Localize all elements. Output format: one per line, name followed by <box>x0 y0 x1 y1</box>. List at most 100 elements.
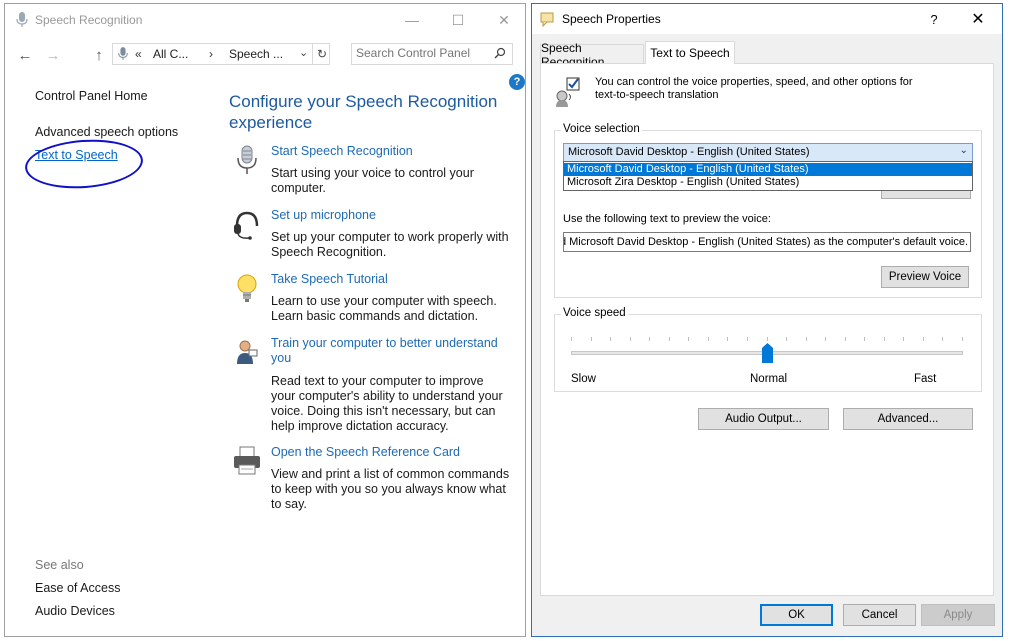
audio-output-button[interactable]: Audio Output... <box>698 408 829 430</box>
breadcrumb-all-control-panel[interactable]: All C... <box>153 47 188 61</box>
preview-label: Use the following text to preview the vo… <box>563 213 771 225</box>
slider-tick <box>903 337 904 341</box>
breadcrumb-speech[interactable]: Speech ... <box>229 47 283 61</box>
voice-option[interactable]: Microsoft David Desktop - English (Unite… <box>564 163 972 176</box>
printer-icon <box>234 446 260 475</box>
breadcrumb-separator-icon[interactable]: › <box>209 47 213 61</box>
navigation-bar: ← → ↑ « All C... › Speech ... ⌄ ↻ <box>5 37 525 73</box>
advanced-button[interactable]: Advanced... <box>843 408 973 430</box>
maximize-button[interactable]: ☐ <box>435 4 481 36</box>
refresh-icon[interactable]: ↻ <box>312 44 331 64</box>
microphone-icon <box>118 47 128 60</box>
voice-option[interactable]: Microsoft Zira Desktop - English (United… <box>564 176 972 189</box>
tab-speech-recognition[interactable]: Speech Recognition <box>540 41 644 69</box>
dialog-title: Speech Properties <box>562 12 661 26</box>
task-description: Read text to your computer to improve yo… <box>271 374 503 433</box>
microphone-icon <box>16 12 28 27</box>
preview-voice-button[interactable]: Preview Voice <box>881 266 969 288</box>
slider-tick <box>727 337 728 341</box>
lightbulb-icon <box>237 274 257 302</box>
speech-properties-dialog: Speech Properties ? ✕ Speech Recognition… <box>531 3 1003 637</box>
address-bar[interactable]: « All C... › Speech ... ⌄ ↻ <box>112 43 330 65</box>
slider-tick <box>571 337 572 341</box>
voice-select[interactable]: Microsoft David Desktop - English (Unite… <box>563 143 973 162</box>
slider-tick <box>825 337 826 341</box>
speaking-checkbox-icon <box>556 77 580 107</box>
preview-text-field[interactable]: ted Microsoft David Desktop - English (U… <box>563 232 971 252</box>
slider-tick <box>884 337 885 341</box>
task-link[interactable]: Start Speech Recognition <box>271 144 511 159</box>
headset-icon <box>234 211 259 240</box>
task-link[interactable]: Take Speech Tutorial <box>271 272 511 287</box>
window-title: Speech Recognition <box>35 13 143 27</box>
slider-tick <box>923 337 924 341</box>
chevron-down-icon[interactable]: ⌄ <box>299 46 308 59</box>
up-arrow-icon[interactable]: ↑ <box>89 45 109 65</box>
voice-select-value: Microsoft David Desktop - English (Unite… <box>568 146 810 158</box>
ok-button[interactable]: OK <box>760 604 833 626</box>
voice-selection-group: Voice selection Microsoft David Desktop … <box>554 123 982 298</box>
search-box[interactable] <box>351 43 513 65</box>
slider-tick <box>688 337 689 341</box>
task-description: Start using your voice to control your c… <box>271 166 474 195</box>
minimize-button[interactable]: — <box>389 4 435 36</box>
task-description: Set up your computer to work properly wi… <box>271 230 509 259</box>
slider-tick <box>864 337 865 341</box>
microphone-icon <box>237 145 257 174</box>
slider-tick <box>767 337 768 341</box>
apply-button[interactable]: Apply <box>921 604 995 626</box>
tab-text-to-speech[interactable]: Text to Speech <box>645 41 735 64</box>
voice-speed-slider-thumb[interactable] <box>761 343 773 363</box>
slider-tick <box>786 337 787 341</box>
advanced-speech-options-link[interactable]: Advanced speech options <box>35 125 178 139</box>
text-to-speech-panel: You can control the voice properties, sp… <box>540 63 994 596</box>
search-icon[interactable] <box>494 47 506 59</box>
speed-normal-label: Normal <box>750 373 788 385</box>
task-description: View and print a list of common commands… <box>271 467 510 511</box>
task-description: Learn to use your computer with speech. … <box>271 294 497 323</box>
preview-text-value: ted Microsoft David Desktop - English (U… <box>563 236 968 248</box>
slider-tick <box>962 337 963 341</box>
slider-tick <box>591 337 592 341</box>
voice-speed-group: Voice speed Slow Normal Fast <box>554 307 982 392</box>
speech-properties-icon <box>540 12 554 27</box>
cancel-button[interactable]: Cancel <box>843 604 916 626</box>
slider-tick <box>747 337 748 341</box>
slider-tick <box>845 337 846 341</box>
help-button[interactable]: ? <box>914 7 954 31</box>
slider-tick <box>708 337 709 341</box>
slider-tick <box>669 337 670 341</box>
slider-tick <box>610 337 611 341</box>
hand-drawn-circle-annotation <box>23 135 145 193</box>
control-panel-home-link[interactable]: Control Panel Home <box>35 89 148 103</box>
ease-of-access-link[interactable]: Ease of Access <box>35 581 120 595</box>
slider-tick <box>942 337 943 341</box>
close-button[interactable]: ✕ <box>958 7 998 31</box>
speed-slow-label: Slow <box>571 373 596 385</box>
voice-selection-label: Voice selection <box>561 123 642 135</box>
close-button[interactable]: ✕ <box>481 4 527 36</box>
forward-arrow-icon[interactable]: → <box>43 45 63 65</box>
speed-fast-label: Fast <box>914 373 937 385</box>
control-panel-window: Speech Recognition — ☐ ✕ ← → ↑ « All C..… <box>4 3 526 637</box>
user-training-icon <box>237 340 258 364</box>
page-title: Configure your Speech Recognition experi… <box>229 92 498 132</box>
breadcrumb-overflow-icon[interactable]: « <box>135 47 142 61</box>
task-link[interactable]: Open the Speech Reference Card <box>271 445 511 460</box>
voice-speed-label: Voice speed <box>561 307 628 319</box>
audio-devices-link[interactable]: Audio Devices <box>35 604 115 618</box>
task-link[interactable]: Train your computer to better understand… <box>271 336 511 366</box>
chevron-down-icon[interactable]: ⌄ <box>960 145 968 156</box>
task-link[interactable]: Set up microphone <box>271 208 511 223</box>
back-arrow-icon[interactable]: ← <box>15 45 35 65</box>
dialog-title-bar: Speech Properties ? ✕ <box>532 4 1002 34</box>
slider-tick <box>649 337 650 341</box>
help-icon[interactable]: ? <box>509 74 525 90</box>
slider-tick <box>806 337 807 341</box>
search-input[interactable] <box>356 46 486 60</box>
see-also-heading: See also <box>35 558 84 572</box>
title-bar: Speech Recognition — ☐ ✕ <box>5 4 525 36</box>
slider-tick <box>630 337 631 341</box>
voice-dropdown-list: Microsoft David Desktop - English (Unite… <box>563 161 973 191</box>
info-text: You can control the voice properties, sp… <box>595 76 913 101</box>
